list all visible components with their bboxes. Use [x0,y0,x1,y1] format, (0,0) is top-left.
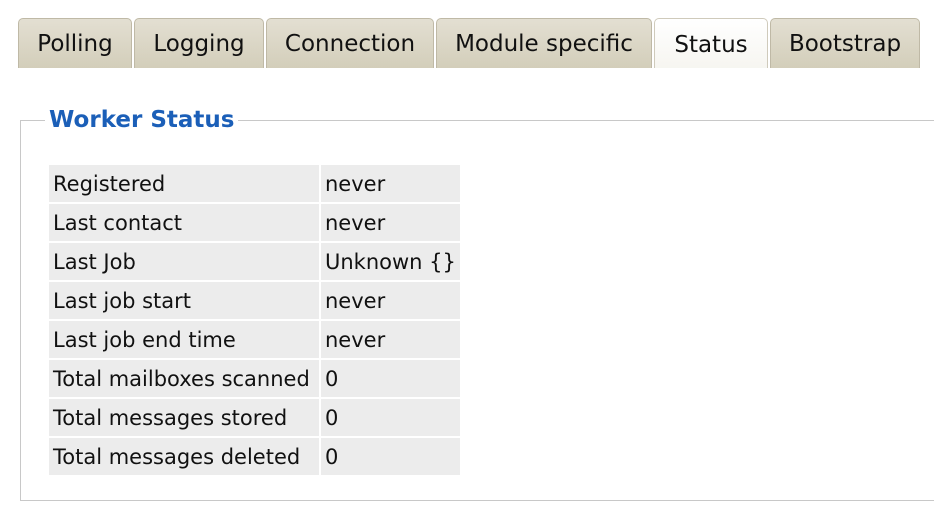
row-value: Unknown {} [321,243,460,280]
row-label: Registered [49,165,321,202]
tab-module-specific[interactable]: Module specific [436,18,652,68]
table-row-last-contact: Last contact never [49,204,460,241]
table-row-last-job-start: Last job start never [49,282,460,319]
row-label: Total mailboxes scanned [49,360,321,397]
table-row-total-messages-deleted: Total messages deleted 0 [49,438,460,475]
table-row-last-job: Last Job Unknown {} [49,243,460,280]
row-value: never [321,282,460,319]
row-value: 0 [321,438,460,475]
table-row-total-messages-stored: Total messages stored 0 [49,399,460,436]
row-value: never [321,165,460,202]
tab-polling[interactable]: Polling [18,18,132,68]
row-label: Last contact [49,204,321,241]
tab-logging[interactable]: Logging [134,18,264,68]
row-label: Total messages deleted [49,438,321,475]
tab-connection[interactable]: Connection [266,18,434,68]
worker-status-legend: Worker Status [45,103,239,137]
worker-status-table: Registered never Last contact never Last… [49,163,460,477]
row-value: 0 [321,399,460,436]
worker-status-fieldset: Worker Status Registered never Last cont… [20,103,934,501]
status-page: Polling Logging Connection Module specif… [0,0,934,521]
row-value: never [321,321,460,358]
table-row-total-mailboxes-scanned: Total mailboxes scanned 0 [49,360,460,397]
table-row-registered: Registered never [49,165,460,202]
row-label: Total messages stored [49,399,321,436]
row-label: Last job end time [49,321,321,358]
row-label: Last Job [49,243,321,280]
row-value: never [321,204,460,241]
tab-bar: Polling Logging Connection Module specif… [18,16,934,70]
row-value: 0 [321,360,460,397]
tab-bootstrap[interactable]: Bootstrap [770,18,920,68]
tab-content-status: Worker Status Registered never Last cont… [18,68,934,506]
row-label: Last job start [49,282,321,319]
tab-status[interactable]: Status [654,18,768,70]
table-row-last-job-end-time: Last job end time never [49,321,460,358]
